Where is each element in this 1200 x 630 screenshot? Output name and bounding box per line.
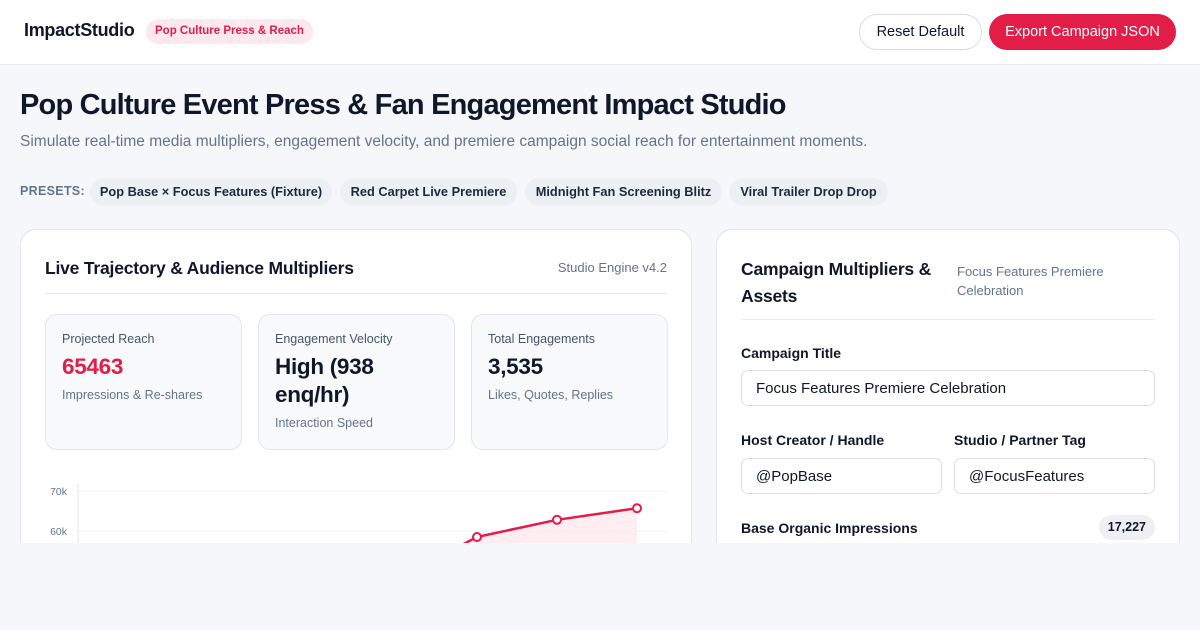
base-impressions-label: Base Organic Impressions (741, 520, 918, 536)
card-divider (45, 293, 667, 294)
reset-default-button[interactable]: Reset Default (859, 14, 982, 50)
page-background (0, 543, 1200, 630)
stat-value: 65463 (62, 354, 124, 379)
stat-label: Total Engagements (488, 332, 596, 346)
host-creator-label: Host Creator / Handle (741, 432, 885, 448)
stat-value: 3,535 (488, 354, 543, 379)
card-divider (741, 319, 1155, 320)
stat-sub: Likes, Quotes, Replies (488, 388, 614, 402)
studio-partner-label: Studio / Partner Tag (954, 432, 1086, 448)
export-campaign-json-button[interactable]: Export Campaign JSON (989, 14, 1176, 50)
stat-total-engagements: Total Engagements 3,535 Likes, Quotes, R… (471, 314, 668, 450)
engine-version: Studio Engine v4.2 (557, 260, 667, 275)
top-bar: ImpactStudio Pop Culture Press & Reach R… (0, 0, 1200, 65)
stat-label: Projected Reach (62, 332, 155, 346)
y-tick-label: 70k (50, 486, 68, 498)
data-point (552, 514, 562, 525)
campaign-card-meta: Focus Features Premiere Celebration (957, 264, 1104, 298)
preset-chip-viral-trailer-drop[interactable]: Viral Trailer Drop Drop (729, 178, 888, 206)
stat-value: High (938 enq/hr) (275, 354, 374, 407)
campaign-card: Campaign Multipliers & Assets Focus Feat… (716, 229, 1180, 569)
y-tick-label: 60k (50, 526, 68, 538)
preset-chip-red-carpet-live-premiere[interactable]: Red Carpet Live Premiere (340, 178, 517, 206)
trajectory-card: Live Trajectory & Audience Multipliers S… (20, 229, 692, 570)
trajectory-card-title: Live Trajectory & Audience Multipliers (45, 258, 354, 278)
preset-chip-midnight-fan-screening-blitz[interactable]: Midnight Fan Screening Blitz (525, 178, 722, 206)
stat-label: Engagement Velocity (275, 332, 393, 346)
page-subtitle: Simulate real-time media multipliers, en… (20, 133, 868, 150)
base-impressions-value: 17,227 (1098, 515, 1155, 540)
campaign-title-label: Campaign Title (741, 345, 842, 361)
data-point (472, 532, 482, 542)
preset-chip-pop-base-focus-features[interactable]: Pop Base × Focus Features (Fixture) (90, 178, 332, 206)
brand-logo: ImpactStudio (24, 20, 135, 40)
campaign-title-input[interactable] (741, 370, 1155, 406)
campaign-card-title: Campaign Multipliers & Assets (741, 259, 932, 306)
brand-badge: Pop Culture Press & Reach (146, 19, 313, 44)
studio-partner-input[interactable] (954, 458, 1155, 494)
stat-sub: Interaction Speed (275, 416, 373, 430)
data-point (632, 503, 642, 514)
page-title: Pop Culture Event Press & Fan Engagement… (20, 89, 787, 121)
stat-sub: Impressions & Re-shares (62, 388, 203, 402)
host-creator-input[interactable] (741, 458, 942, 494)
presets-label: PRESETS: (20, 184, 85, 198)
stat-projected-reach: Projected Reach 65463 Impressions & Re-s… (45, 314, 242, 450)
stat-engagement-velocity: Engagement Velocity High (938 enq/hr) In… (258, 314, 455, 450)
